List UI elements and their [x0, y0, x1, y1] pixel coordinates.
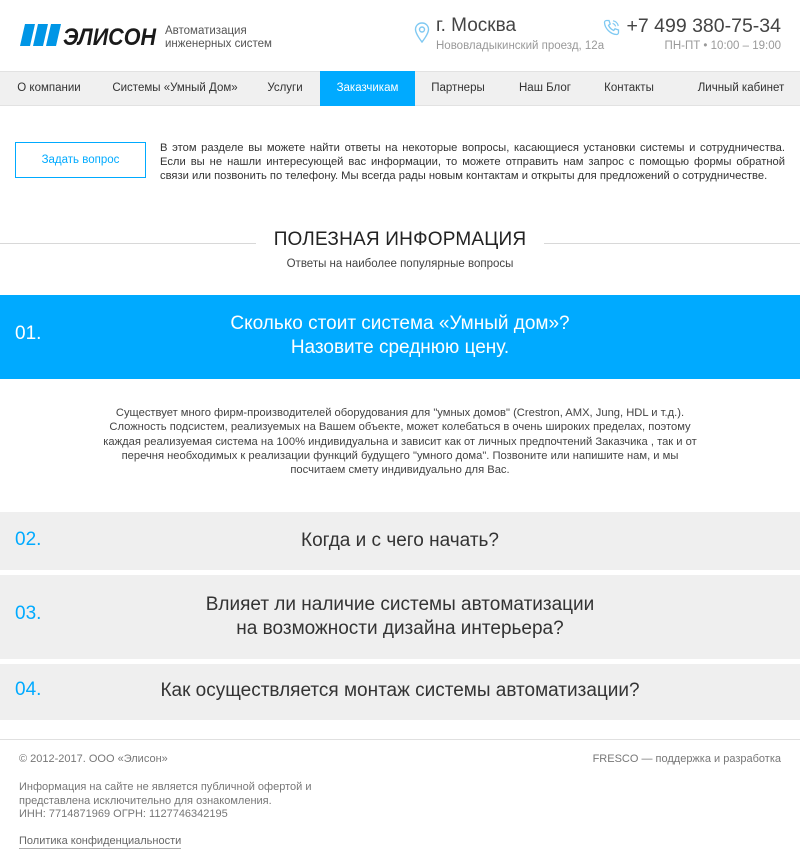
elison-logo[interactable]: ЭЛИСОН	[19, 20, 159, 50]
faq-answer: Существует много фирм-производителей обо…	[103, 407, 697, 477]
nav-item-contacts[interactable]: Контакты	[596, 72, 662, 105]
faq-question: Как осуществляется монтаж системы автома…	[160, 680, 640, 701]
faq-item-3-header[interactable]: 03. Влияет ли наличие системы автоматиза…	[0, 575, 800, 659]
faq-question-line-2: на возможности дизайна интерьера?	[236, 618, 564, 639]
section-title: ПОЛЕЗНАЯ ИНФОРМАЦИЯ	[273, 229, 527, 250]
faq-question-line-1: Влияет ли наличие системы автоматизации	[205, 594, 595, 615]
ask-question-button[interactable]: Задать вопрос	[15, 142, 146, 178]
faq-question-line-1: Сколько стоит система «Умный дом»?	[230, 313, 570, 334]
developer-link[interactable]: FRESCO — поддержка и разработка	[593, 753, 781, 765]
faq-item-1-header[interactable]: 01. Сколько стоит система «Умный дом»? Н…	[0, 295, 800, 379]
nav-item-account[interactable]: Личный кабинет	[688, 72, 794, 105]
map-pin-icon	[414, 22, 430, 44]
phone-number[interactable]: +7 499 380-75-34	[626, 15, 781, 38]
faq-item-2-header[interactable]: 02. Когда и с чего начать?	[0, 512, 800, 570]
disclaimer-line-2: представлена исключительно для ознакомле…	[19, 794, 272, 807]
company-registration: ИНН: 7714871969 ОГРН: 1127746342195	[19, 808, 228, 820]
main-navigation: О компании Системы «Умный Дом» Услуги За…	[0, 71, 800, 106]
phone-icon	[603, 19, 620, 36]
disclaimer-line-1: Информация на сайте не является публично…	[19, 781, 312, 793]
faq-question: Влияет ли наличие системы автоматизации …	[0, 593, 800, 641]
faq-question: Когда и с чего начать?	[301, 530, 499, 551]
faq-question: Сколько стоит система «Умный дом»? Назов…	[0, 312, 800, 360]
footer-divider	[0, 739, 800, 740]
site-header: ЭЛИСОН Автоматизация инженерных систем г…	[0, 0, 800, 71]
privacy-policy-link[interactable]: Политика конфиденциальности	[19, 835, 182, 849]
city-name: г. Москва	[436, 15, 517, 36]
logo-text: ЭЛИСОН	[63, 24, 157, 50]
nav-item-customers[interactable]: Заказчикам	[320, 71, 415, 106]
faq-item-4-header[interactable]: 04. Как осуществляется монтаж системы ав…	[0, 664, 800, 720]
section-subtitle: Ответы на наиболее популярные вопросы	[286, 258, 514, 270]
copyright-text: © 2012-2017. ООО «Элисон»	[19, 753, 168, 765]
legal-disclaimer: Информация на сайте не является публично…	[19, 781, 329, 822]
street-address: Нововладыкинский проезд, 12а	[436, 40, 605, 52]
nav-item-smart-home[interactable]: Системы «Умный Дом»	[106, 72, 244, 105]
nav-item-about[interactable]: О компании	[3, 72, 95, 105]
working-hours: ПН-ПТ • 10:00 – 19:00	[664, 40, 781, 52]
tagline-line-2: инженерных систем	[165, 38, 272, 50]
nav-item-blog[interactable]: Наш Блог	[509, 72, 581, 105]
company-tagline: Автоматизация инженерных систем	[165, 25, 285, 51]
intro-text: В этом разделе вы можете найти ответы на…	[160, 142, 785, 183]
faq-question-line-2: Назовите среднюю цену.	[290, 337, 510, 358]
nav-item-partners[interactable]: Партнеры	[420, 72, 496, 105]
tagline-line-1: Автоматизация	[165, 25, 247, 37]
nav-item-services[interactable]: Услуги	[255, 72, 315, 105]
